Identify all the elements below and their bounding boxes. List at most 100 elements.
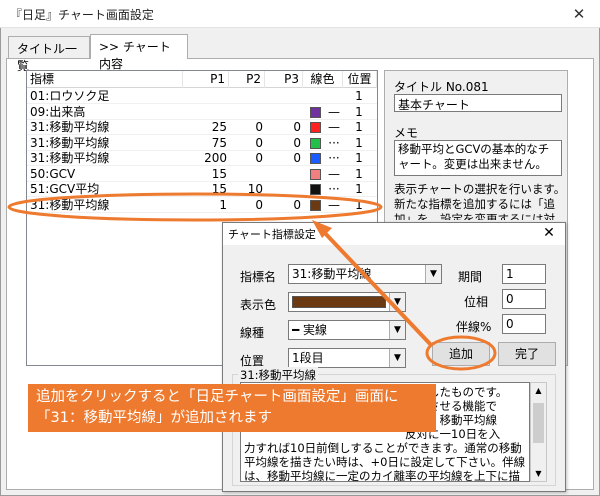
title-number-label: タイトル No.081 [394, 80, 489, 94]
close-icon[interactable]: ✕ [566, 4, 592, 24]
scroll-thumb[interactable] [533, 403, 544, 443]
header-color[interactable]: 線色 [303, 71, 343, 88]
tab-chart-content[interactable]: >> チャート内容 [90, 34, 188, 71]
row-line-style: ··· [328, 182, 340, 196]
row-position: 1 [355, 151, 363, 165]
chevron-down-icon[interactable]: ▼ [389, 293, 405, 311]
row-position: 1 [355, 89, 363, 103]
scroll-down-icon[interactable]: ▼ [531, 466, 546, 481]
row-p3: 0 [293, 135, 301, 150]
list-item[interactable]: 31:移動平均線 25 0 0 — 1 [27, 120, 377, 135]
row-p1: 200 [204, 151, 227, 165]
period-label: 期間 [458, 270, 483, 284]
line-type-value: ━ 実線 [292, 323, 328, 337]
list-item[interactable]: 51:GCV平均 15 10 ··· 1 [27, 182, 377, 197]
position-select[interactable]: 1段目 ▼ [288, 348, 406, 368]
deviation-label: 伴線% [456, 320, 492, 334]
row-line-style: — [328, 104, 340, 119]
row-p2: 0 [255, 197, 263, 212]
row-p1: 15 [211, 166, 227, 181]
row-p1: 75 [211, 135, 227, 150]
title-value-field: 基本チャート [394, 94, 562, 112]
window-title: 『日足』チャート画面設定 [10, 8, 154, 22]
row-color-swatch [310, 122, 321, 133]
row-indicator-name: 51:GCV平均 [30, 182, 100, 196]
row-color-swatch [310, 106, 321, 118]
row-p2: 10 [247, 182, 263, 196]
row-p3: 0 [293, 197, 301, 212]
help-scrollbar[interactable]: ▲ ▼ [530, 382, 547, 482]
row-p2: 0 [255, 135, 263, 150]
period-input[interactable]: 1 [502, 264, 546, 284]
line-type-label: 線種 [240, 326, 265, 340]
done-button[interactable]: 完了 [498, 342, 556, 366]
row-color-swatch [310, 184, 321, 195]
row-line-style: ··· [328, 135, 340, 150]
row-indicator-name: 50:GCV [30, 166, 76, 181]
list-item[interactable]: 50:GCV 15 — 1 [27, 167, 377, 182]
row-p1 [187, 89, 227, 104]
list-header: 指標 P1 P2 P3 線色 位置 [27, 71, 377, 88]
row-p3 [267, 105, 301, 120]
row-p2: 0 [255, 151, 263, 165]
indicator-name-value: 31:移動平均線 [292, 267, 372, 281]
row-p3: 0 [293, 151, 301, 165]
deviation-input[interactable]: 0 [502, 314, 546, 334]
row-color-swatch [310, 199, 321, 211]
row-p2 [231, 89, 263, 104]
indicator-name-select[interactable]: 31:移動平均線 ▼ [288, 264, 442, 284]
chevron-down-icon[interactable]: ▼ [389, 349, 405, 367]
color-swatch [292, 296, 386, 308]
list-item[interactable]: 09:出来高 — 1 [27, 105, 377, 120]
row-p1: 1 [219, 197, 227, 212]
row-p2: 0 [255, 120, 263, 134]
chevron-down-icon[interactable]: ▼ [389, 321, 405, 339]
row-color-swatch [310, 137, 321, 149]
row-position: 1 [355, 197, 363, 212]
row-position: 1 [355, 120, 363, 134]
row-indicator-name: 31:移動平均線 [30, 135, 110, 150]
row-p1: 15 [211, 182, 227, 196]
scroll-up-icon[interactable]: ▲ [531, 383, 546, 398]
header-p2[interactable]: P2 [229, 71, 265, 88]
line-type-select[interactable]: ━ 実線 ▼ [288, 320, 406, 340]
row-line-style: — [328, 197, 340, 212]
list-item[interactable]: 01:ロウソク足 1 [27, 89, 377, 104]
description-text: 表示チャートの選択を行います。新たな指標を追加するには「追加」を、設定を変更する… [394, 182, 566, 220]
row-p1 [187, 105, 227, 120]
list-item[interactable]: 31:移動平均線 1 0 0 — 1 [27, 198, 377, 213]
row-p1: 25 [211, 120, 227, 134]
color-select[interactable]: ▼ [288, 292, 406, 312]
memo-label: メモ [394, 126, 419, 140]
memo-field: 移動平均とGCVの基本的なチャート。変更は出来ません。 [394, 140, 562, 176]
row-position: 1 [355, 182, 363, 196]
row-indicator-name: 31:移動平均線 [30, 120, 110, 134]
header-p3[interactable]: P3 [265, 71, 303, 88]
add-button[interactable]: 追加 [432, 342, 490, 366]
row-p3 [267, 167, 301, 182]
row-indicator-name: 01:ロウソク足 [30, 89, 110, 103]
position-value: 1段目 [292, 351, 324, 365]
row-indicator-name: 31:移動平均線 [30, 197, 110, 212]
row-line-style: — [328, 166, 340, 181]
row-line-style [325, 89, 343, 104]
row-p3: 0 [293, 120, 301, 134]
row-line-style: ··· [328, 151, 340, 165]
callout-banner: 追加をクリックすると「日足チャート画面設定」画面に「31：移動平均線」が追加され… [28, 384, 436, 432]
list-item[interactable]: 31:移動平均線 200 0 0 ··· 1 [27, 151, 377, 166]
header-pos[interactable]: 位置 [343, 71, 377, 88]
chevron-down-icon[interactable]: ▼ [425, 265, 441, 283]
dialog-close-icon[interactable]: ✕ [538, 224, 560, 242]
dialog-title: チャート指標設定 [228, 228, 316, 241]
phase-input[interactable]: 0 [502, 289, 546, 309]
row-indicator-name: 09:出来高 [30, 104, 86, 119]
row-position: 1 [355, 166, 363, 181]
row-color-swatch [310, 168, 321, 180]
indicator-name-label: 指標名 [240, 270, 277, 284]
header-name[interactable]: 指標 [27, 71, 183, 88]
row-p2 [231, 105, 263, 120]
help-group-label: 31:移動平均線 [238, 367, 319, 383]
list-item[interactable]: 31:移動平均線 75 0 0 ··· 1 [27, 136, 377, 151]
tab-title-list[interactable]: タイトル一覧 [8, 36, 90, 73]
header-p1[interactable]: P1 [183, 71, 229, 88]
